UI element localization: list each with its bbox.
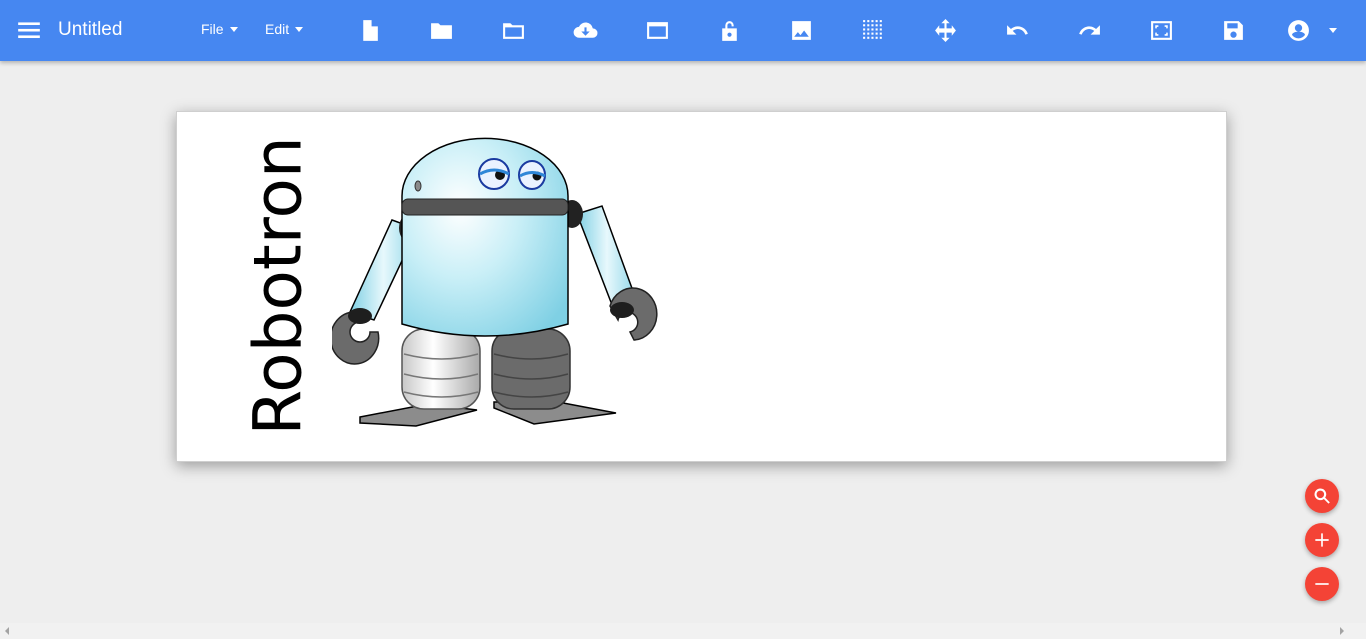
file-menu-label: File — [201, 21, 224, 37]
label-text: Robotron — [240, 136, 318, 436]
zoom-search-button[interactable] — [1305, 479, 1339, 513]
image-icon[interactable] — [783, 12, 819, 48]
folder-icon[interactable] — [495, 12, 531, 48]
edit-menu[interactable]: Edit — [265, 21, 304, 37]
top-toolbar: Untitled File Edit — [0, 0, 1366, 61]
save-icon[interactable] — [1215, 12, 1251, 48]
zoom-out-icon — [1315, 583, 1329, 585]
zoom-in-icon — [1315, 533, 1329, 547]
scroll-left-icon[interactable] — [5, 627, 9, 635]
drawing-canvas[interactable]: Robotron — [176, 111, 1227, 462]
window-icon[interactable] — [639, 12, 675, 48]
unlock-icon[interactable] — [711, 12, 747, 48]
open-folder-icon[interactable] — [423, 12, 459, 48]
horizontal-scrollbar[interactable] — [0, 623, 1366, 639]
zoom-out-button[interactable] — [1305, 567, 1339, 601]
redo-icon[interactable] — [1071, 12, 1107, 48]
fit-screen-icon[interactable] — [1143, 12, 1179, 48]
undo-icon[interactable] — [999, 12, 1035, 48]
vertical-text-label[interactable]: Robotron — [240, 130, 318, 442]
robot-image[interactable] — [332, 134, 672, 439]
zoom-search-icon — [1314, 488, 1330, 504]
file-menu[interactable]: File — [201, 21, 238, 37]
new-file-icon[interactable] — [351, 12, 387, 48]
move-icon[interactable] — [927, 12, 963, 48]
cloud-download-icon[interactable] — [567, 12, 603, 48]
document-title[interactable]: Untitled — [58, 18, 122, 42]
chevron-down-icon — [295, 27, 304, 32]
account-dropdown-icon[interactable] — [1322, 20, 1342, 40]
edit-menu-label: Edit — [265, 21, 290, 37]
hamburger-menu-icon[interactable] — [12, 13, 46, 47]
account-icon[interactable] — [1280, 12, 1316, 48]
scroll-right-icon[interactable] — [1340, 627, 1344, 635]
zoom-in-button[interactable] — [1305, 523, 1339, 557]
chevron-down-icon — [229, 27, 238, 32]
grid-icon[interactable] — [855, 12, 891, 48]
